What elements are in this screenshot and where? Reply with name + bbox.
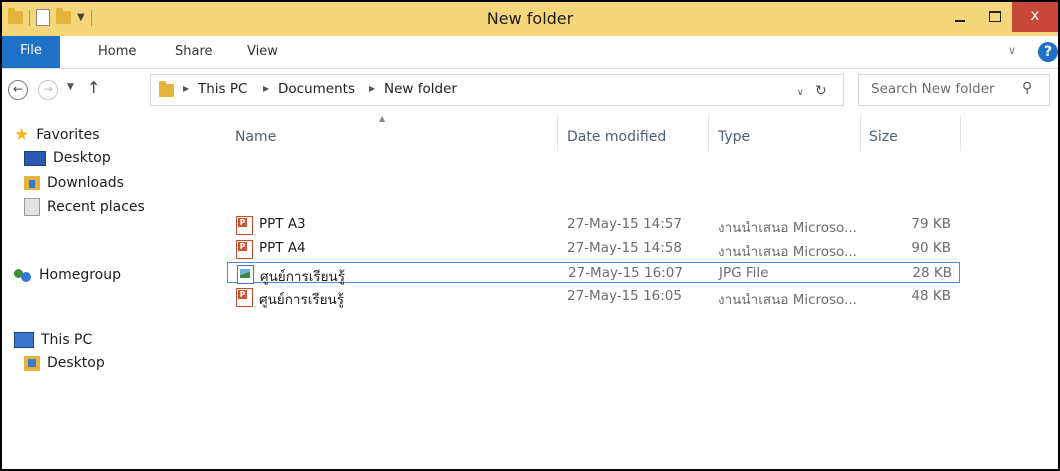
breadcrumb-separator-icon[interactable]: ▶	[183, 84, 189, 93]
computer-icon	[14, 332, 34, 348]
file-date: 27-May-15 16:07	[568, 265, 683, 281]
address-row: ← → ▼ ↑ ▶ This PC ▶ Documents ▶ New fold…	[2, 68, 1058, 110]
column-divider[interactable]	[860, 115, 861, 151]
maximize-icon	[989, 11, 1001, 22]
up-button[interactable]: ↑	[87, 78, 100, 97]
nav-this-pc-desktop[interactable]: Desktop	[24, 352, 105, 374]
minimize-icon	[955, 20, 965, 22]
file-date: 27-May-15 16:05	[567, 288, 682, 304]
nav-recent-places[interactable]: Recent places	[24, 196, 145, 218]
minimize-button[interactable]	[942, 2, 978, 32]
powerpoint-file-icon	[236, 288, 253, 307]
chevron-down-icon[interactable]: ∨	[1008, 44, 1016, 57]
column-header-type[interactable]: Type	[718, 129, 750, 145]
search-box[interactable]: Search New folder ⚲	[858, 74, 1050, 106]
breadcrumb-separator-icon[interactable]: ▶	[369, 84, 375, 93]
search-input[interactable]: Search New folder	[871, 81, 995, 97]
nav-label: Desktop	[53, 150, 111, 166]
address-bar[interactable]: ▶ This PC ▶ Documents ▶ New folder ∨ ↻	[150, 74, 844, 106]
back-button[interactable]: ←	[8, 80, 28, 100]
explorer-window: ▼ New folder x File Home Share View ∨ ? …	[0, 0, 1060, 471]
sort-ascending-icon: ▲	[379, 114, 386, 123]
homegroup-icon	[14, 267, 32, 283]
nav-label: This PC	[41, 332, 93, 348]
file-size: 48 KB	[911, 288, 951, 304]
nav-homegroup[interactable]: Homegroup	[14, 264, 121, 286]
file-date: 27-May-15 14:58	[567, 240, 682, 256]
chevron-down-icon[interactable]: ∨	[797, 88, 804, 98]
tab-share[interactable]: Share	[175, 44, 213, 59]
image-file-icon	[237, 265, 254, 284]
help-icon[interactable]: ?	[1038, 42, 1058, 62]
file-name: PPT A4	[259, 240, 306, 256]
folder-icon	[159, 81, 174, 97]
nav-label: Recent places	[47, 199, 145, 215]
file-type: งานนำเสนอ Microso...	[718, 220, 857, 236]
tab-file[interactable]: File	[2, 36, 60, 68]
nav-downloads[interactable]: Downloads	[24, 172, 124, 194]
file-type: งานนำเสนอ Microso...	[718, 244, 857, 260]
navigation-pane: ★ Favorites Desktop Downloads Recent pla…	[2, 110, 212, 469]
star-icon: ★	[14, 124, 30, 145]
downloads-icon	[24, 176, 40, 190]
search-icon[interactable]: ⚲	[1022, 80, 1032, 96]
maximize-button[interactable]	[978, 2, 1012, 32]
file-name: PPT A3	[259, 216, 306, 232]
close-button[interactable]: x	[1012, 2, 1058, 32]
tab-home[interactable]: Home	[98, 44, 136, 59]
nav-desktop[interactable]: Desktop	[24, 147, 111, 169]
recent-locations-icon[interactable]: ▼	[67, 82, 74, 92]
file-name: ศูนย์การเรียนรู้	[259, 292, 344, 308]
breadcrumb-documents[interactable]: Documents	[278, 81, 355, 97]
nav-favorites[interactable]: ★ Favorites	[14, 124, 100, 146]
nav-this-pc[interactable]: This PC	[14, 329, 92, 351]
breadcrumb-this-pc[interactable]: This PC	[198, 81, 247, 97]
powerpoint-file-icon	[236, 216, 253, 235]
refresh-icon[interactable]: ↻	[815, 83, 827, 99]
desktop-folder-icon	[24, 355, 40, 371]
file-row-selected[interactable]: ศูนย์การเรียนรู้ 27-May-15 16:07 JPG Fil…	[227, 262, 960, 285]
desktop-icon	[24, 150, 46, 166]
tab-view[interactable]: View	[247, 44, 278, 59]
nav-label: Desktop	[47, 355, 105, 371]
file-size: 79 KB	[911, 216, 951, 232]
nav-label: Downloads	[47, 175, 124, 191]
file-name: ศูนย์การเรียนรู้	[260, 269, 345, 285]
column-divider[interactable]	[960, 115, 961, 151]
column-header-date-modified[interactable]: Date modified	[567, 129, 666, 145]
file-date: 27-May-15 14:57	[567, 216, 682, 232]
forward-button[interactable]: →	[38, 80, 58, 100]
column-header-size[interactable]: Size	[869, 129, 898, 145]
ribbon-tabs: File Home Share View ∨ ?	[2, 36, 1058, 69]
nav-label: Favorites	[36, 127, 100, 143]
nav-label: Homegroup	[39, 267, 122, 283]
title-bar: ▼ New folder x	[2, 2, 1058, 36]
file-size: 28 KB	[912, 265, 952, 281]
file-size: 90 KB	[911, 240, 951, 256]
powerpoint-file-icon	[236, 240, 253, 259]
window-title: New folder	[486, 9, 574, 28]
recent-places-icon	[24, 198, 40, 216]
file-type: JPG File	[719, 265, 769, 281]
breadcrumb-new-folder[interactable]: New folder	[384, 81, 457, 97]
breadcrumb-separator-icon[interactable]: ▶	[263, 84, 269, 93]
file-row[interactable]: PPT A3 27-May-15 14:57 งานนำเสนอ Microso…	[227, 214, 960, 236]
file-type: งานนำเสนอ Microso...	[718, 292, 857, 308]
column-divider[interactable]	[708, 115, 709, 151]
file-row[interactable]: PPT A4 27-May-15 14:58 งานนำเสนอ Microso…	[227, 238, 960, 260]
file-row[interactable]: ศูนย์การเรียนรู้ 27-May-15 16:05 งานนำเส…	[227, 286, 960, 308]
column-header-name[interactable]: Name	[235, 129, 276, 145]
column-divider[interactable]	[557, 115, 558, 151]
